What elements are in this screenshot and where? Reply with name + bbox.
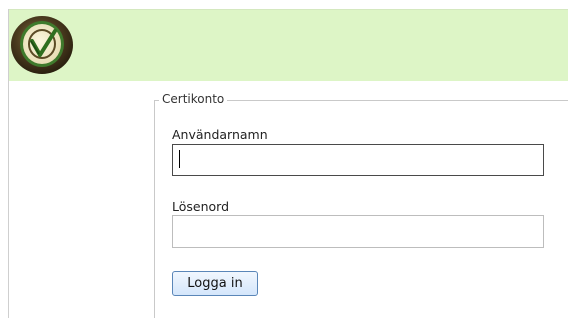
top-strip bbox=[0, 0, 568, 9]
login-fieldset-legend: Certikonto bbox=[159, 91, 228, 107]
header-banner bbox=[9, 9, 568, 81]
password-label: Lösenord bbox=[172, 199, 230, 214]
password-input[interactable] bbox=[172, 215, 544, 248]
username-input[interactable] bbox=[172, 144, 544, 176]
certificate-check-icon bbox=[9, 11, 75, 77]
text-caret bbox=[179, 150, 180, 168]
username-label: Användarnamn bbox=[172, 127, 268, 142]
login-button[interactable]: Logga in bbox=[172, 271, 258, 296]
